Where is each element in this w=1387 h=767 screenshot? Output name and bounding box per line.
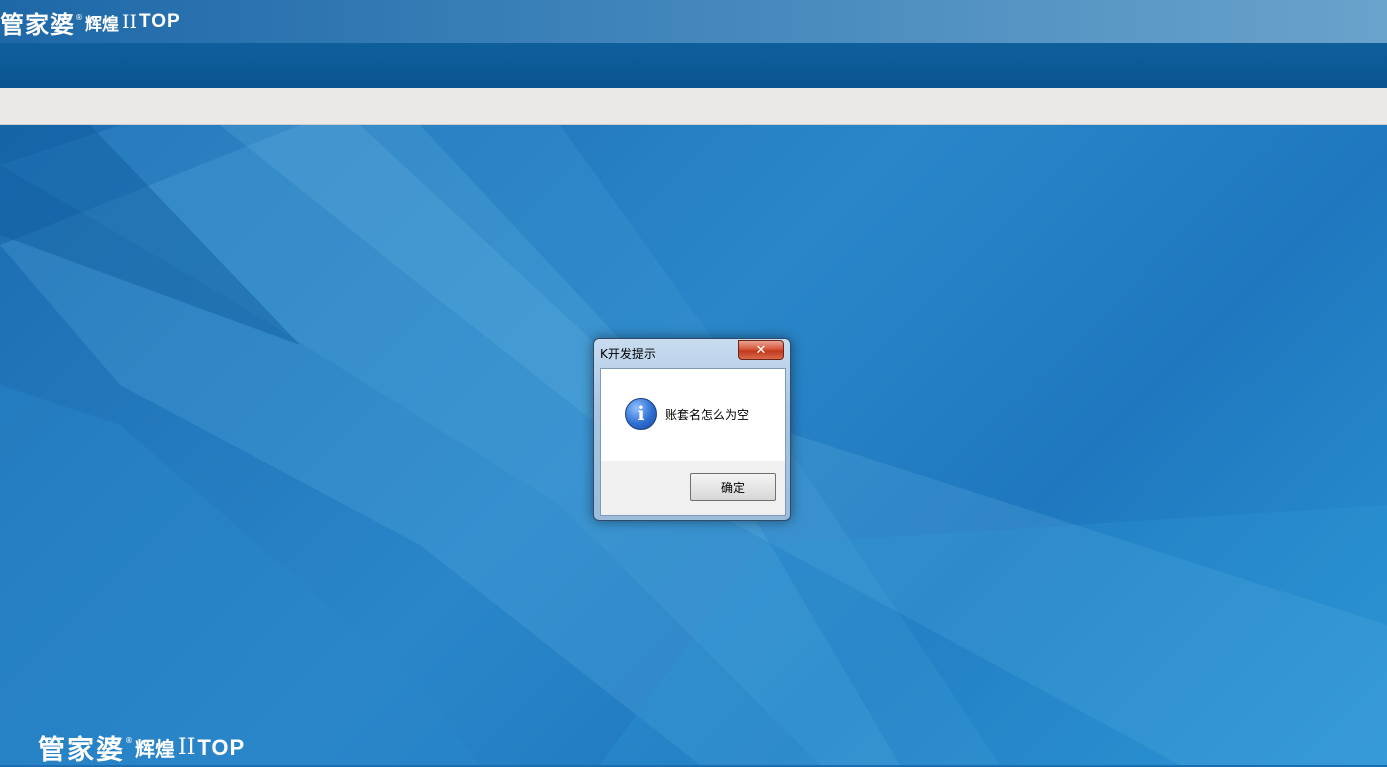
logo-roman-text: II: [122, 11, 138, 33]
footer-logo-main-text: 管家婆: [38, 735, 125, 766]
logo-main-text: 管家婆: [0, 10, 75, 39]
menu-bar: [0, 43, 1387, 88]
footer-logo-top-text: TOP: [197, 734, 246, 760]
ok-button[interactable]: 确定: [690, 473, 776, 501]
app-title-bar: 管家婆 ® 辉煌 II TOP: [0, 0, 1387, 43]
info-icon-glyph: i: [637, 403, 645, 425]
footer-logo-sub-text: 辉煌: [135, 737, 175, 761]
logo-reg-mark: ®: [75, 12, 83, 22]
logo-top-text: TOP: [139, 11, 181, 32]
toolbar: [0, 88, 1387, 125]
dialog-button-area: 确定: [601, 461, 785, 515]
dialog-title: K开发提示: [600, 347, 656, 361]
footer-logo-roman-text: II: [178, 735, 196, 760]
footer-logo-reg-mark: ®: [125, 736, 133, 745]
app-logo: 管家婆 ® 辉煌 II TOP: [0, 6, 181, 39]
footer-logo: 管家婆 ® 辉煌 II TOP: [38, 728, 245, 767]
dialog-body: i 账套名怎么为空 确定: [600, 368, 786, 516]
close-icon: ✕: [755, 342, 767, 358]
dialog-message: 账套名怎么为空: [665, 408, 750, 422]
message-dialog: K开发提示 ✕ i 账套名怎么为空 确定: [593, 338, 791, 521]
logo-sub-text: 辉煌: [85, 14, 119, 35]
info-icon: i: [625, 398, 657, 430]
dialog-close-button[interactable]: ✕: [738, 340, 784, 360]
